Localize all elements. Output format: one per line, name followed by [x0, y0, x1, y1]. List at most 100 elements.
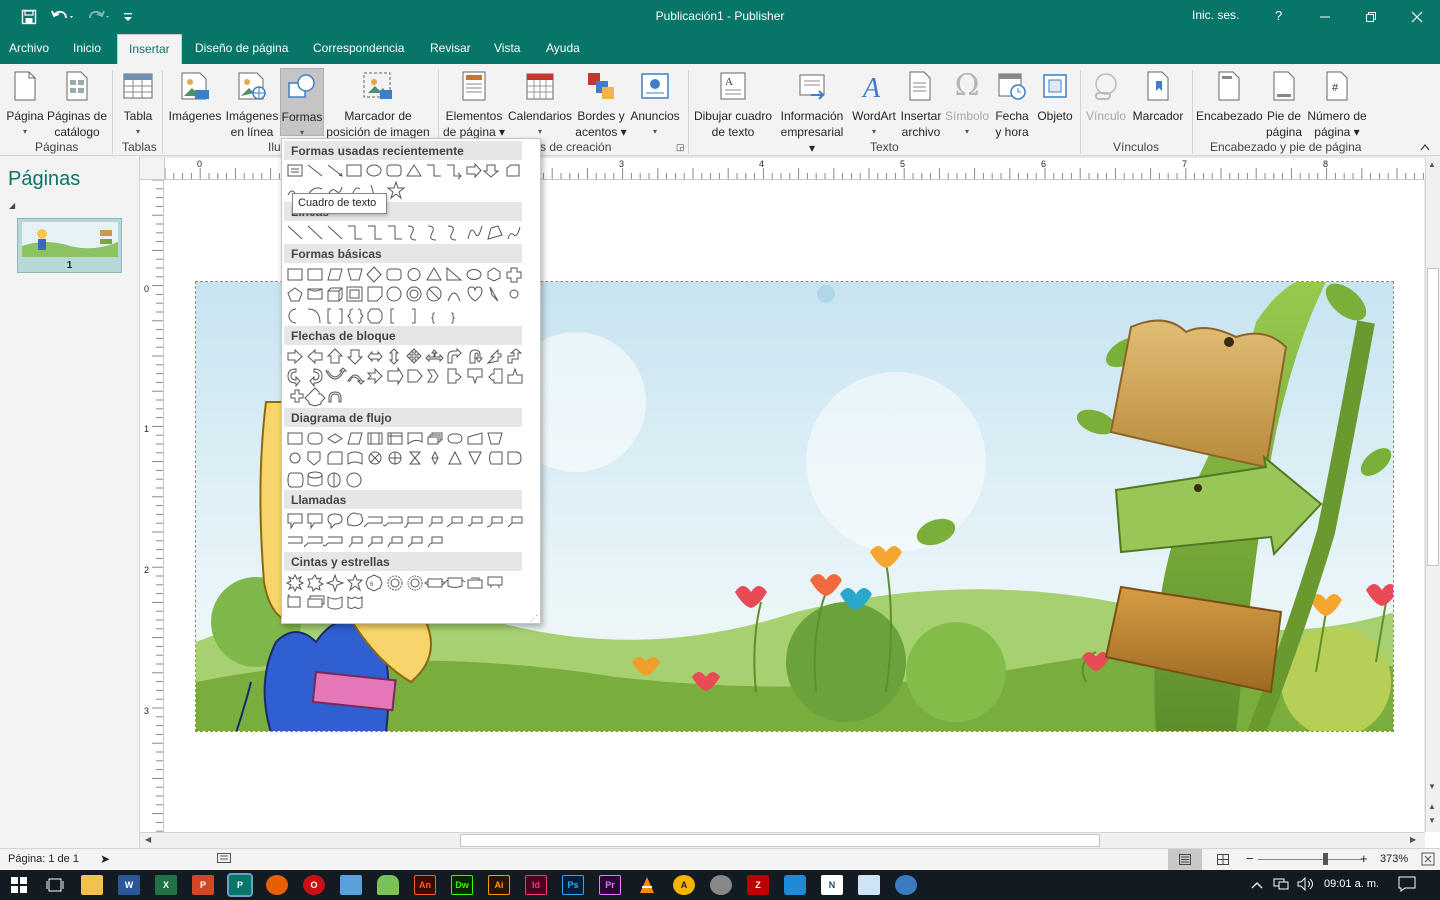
- powerpoint-icon[interactable]: P: [192, 875, 214, 895]
- tab-revisar[interactable]: Revisar: [430, 41, 471, 55]
- title-bar: Publicación1 - Publisher Inic. ses. ?: [0, 0, 1440, 34]
- volume-icon[interactable]: [1297, 876, 1315, 894]
- basic-shape-icons[interactable]: {}: [286, 265, 526, 327]
- tab-archivo[interactable]: Archivo: [9, 41, 49, 55]
- insertar-archivo-button[interactable]: Insertar archivo: [898, 68, 944, 140]
- encabezado-button[interactable]: Encabezado: [1196, 68, 1263, 124]
- help-button[interactable]: ?: [1275, 8, 1282, 23]
- vertical-ruler[interactable]: 0 1 2 3: [140, 180, 164, 832]
- close-icon[interactable]: [1406, 6, 1428, 28]
- fit-page-icon[interactable]: [1421, 852, 1435, 869]
- marcador-imagen-button[interactable]: Marcador de posición de imagen: [324, 68, 432, 140]
- paint-icon[interactable]: [895, 875, 917, 895]
- box-app-icon[interactable]: [340, 875, 362, 895]
- animate-icon[interactable]: An: [414, 875, 436, 895]
- horizontal-scrollbar[interactable]: ◀ ▶: [140, 832, 1425, 848]
- publisher-icon[interactable]: P: [227, 873, 253, 897]
- paginas-catalogo-button[interactable]: Páginas de catálogo: [46, 68, 108, 140]
- android-icon[interactable]: [377, 875, 399, 895]
- scroll-down-icon[interactable]: ▼: [1428, 782, 1436, 791]
- indesign-icon[interactable]: Id: [525, 875, 547, 895]
- tab-correspondencia[interactable]: Correspondencia: [313, 41, 404, 55]
- fecha-hora-button[interactable]: Fecha y hora: [992, 68, 1032, 140]
- next-page-icon[interactable]: ▼: [1428, 816, 1436, 825]
- callout-icons[interactable]: [286, 511, 526, 553]
- advertisements-icon: [639, 68, 671, 104]
- opera-icon[interactable]: O: [303, 875, 325, 895]
- tabla-button[interactable]: Tabla ▾: [118, 68, 158, 140]
- bordes-acentos-button[interactable]: Bordes y acentos ▾: [574, 68, 628, 140]
- cube-app-icon[interactable]: [784, 875, 806, 895]
- zoom-out-button[interactable]: −: [1246, 851, 1254, 866]
- page-thumbnail[interactable]: 1: [17, 218, 122, 273]
- vlc-icon[interactable]: [636, 875, 658, 895]
- block-arrow-icons[interactable]: [286, 347, 526, 409]
- scroll-right-icon[interactable]: ▶: [1410, 835, 1416, 844]
- zoom-slider-thumb[interactable]: [1323, 853, 1328, 865]
- excel-icon[interactable]: X: [155, 875, 177, 895]
- tab-inicio[interactable]: Inicio: [73, 41, 101, 55]
- collapse-ribbon-icon[interactable]: [1420, 140, 1430, 154]
- notifications-icon[interactable]: [1398, 876, 1416, 895]
- informacion-empresarial-button[interactable]: Información empresarial ▾: [776, 68, 848, 156]
- illustrator-icon[interactable]: Ai: [488, 875, 510, 895]
- task-view-icon[interactable]: [44, 875, 66, 895]
- system-clock[interactable]: 09:01 a. m.: [1324, 878, 1379, 890]
- tab-diseno-pagina[interactable]: Diseño de página: [195, 41, 288, 55]
- pagina-button[interactable]: Página ▾: [4, 68, 46, 140]
- sign-in-link[interactable]: Inic. ses.: [1192, 8, 1239, 22]
- previous-page-icon[interactable]: ▲: [1428, 802, 1436, 811]
- two-page-view-icon[interactable]: [1217, 854, 1229, 868]
- marcador-button[interactable]: Marcador: [1130, 68, 1186, 124]
- word-icon[interactable]: W: [118, 875, 140, 895]
- simbolo-button[interactable]: Ω Símbolo ▾: [944, 68, 990, 140]
- vertical-scroll-thumb[interactable]: [1427, 268, 1439, 566]
- collapse-pages-icon[interactable]: ◢: [9, 201, 15, 210]
- calendarios-button[interactable]: Calendarios ▾: [508, 68, 572, 140]
- file-explorer-icon[interactable]: [81, 875, 103, 895]
- dreamweaver-icon[interactable]: Dw: [451, 875, 473, 895]
- notepad-app-icon[interactable]: N: [821, 875, 843, 895]
- imagenes-button[interactable]: Imágenes: [168, 68, 222, 124]
- formas-button[interactable]: Formas ▾: [280, 68, 324, 137]
- anuncios-button[interactable]: Anuncios ▾: [628, 68, 682, 140]
- page-indicator[interactable]: Página: 1 de 1: [8, 853, 79, 865]
- photoshop-icon[interactable]: Ps: [562, 875, 584, 895]
- firefox-icon[interactable]: [266, 875, 288, 895]
- tray-chevron-icon[interactable]: [1251, 878, 1263, 892]
- wordart-button[interactable]: A WordArt ▾: [848, 68, 900, 140]
- horizontal-scroll-thumb[interactable]: [460, 834, 1100, 847]
- tab-ayuda[interactable]: Ayuda: [546, 41, 580, 55]
- object-size-icon[interactable]: [217, 853, 231, 866]
- objeto-button[interactable]: Objeto: [1034, 68, 1076, 124]
- filezilla-icon[interactable]: Z: [747, 875, 769, 895]
- notebook-icon[interactable]: [858, 875, 880, 895]
- network-icon[interactable]: [1273, 877, 1289, 894]
- imagenes-linea-button[interactable]: Imágenes en línea: [224, 68, 280, 140]
- vertical-scrollbar[interactable]: ▲ ▼ ▲ ▼: [1425, 156, 1440, 832]
- elementos-pagina-button[interactable]: Elementos de página ▾: [442, 68, 506, 140]
- dibujar-cuadro-texto-button[interactable]: A Dibujar cuadro de texto: [690, 68, 776, 140]
- pie-pagina-button[interactable]: Pie de página: [1262, 68, 1306, 140]
- app-icon[interactable]: A: [673, 875, 695, 895]
- windows-start-icon[interactable]: [8, 875, 30, 895]
- zoom-slider-track[interactable]: [1258, 859, 1362, 860]
- resize-grip-icon[interactable]: ⋰: [530, 614, 538, 623]
- restore-icon[interactable]: [1360, 6, 1382, 28]
- flowchart-icons[interactable]: [286, 429, 526, 491]
- scroll-left-icon[interactable]: ◀: [145, 835, 151, 844]
- tab-vista[interactable]: Vista: [494, 41, 520, 55]
- minimize-icon[interactable]: [1314, 6, 1336, 28]
- group-label-encabezado-pie: Encabezado y pie de página: [1210, 140, 1362, 154]
- tab-insertar[interactable]: Insertar: [117, 34, 182, 65]
- vinculo-button[interactable]: Vínculo: [1084, 68, 1128, 124]
- ribbon-star-icons[interactable]: 6: [285, 573, 526, 615]
- line-shape-icons[interactable]: [286, 223, 526, 243]
- premiere-icon[interactable]: Pr: [599, 875, 621, 895]
- github-icon[interactable]: [710, 875, 732, 895]
- numero-pagina-button[interactable]: # Número de página ▾: [1304, 68, 1370, 140]
- scroll-up-icon[interactable]: ▲: [1428, 160, 1436, 169]
- zoom-in-button[interactable]: +: [1360, 851, 1368, 866]
- zoom-level[interactable]: 373%: [1380, 853, 1408, 865]
- dialog-launcher-icon[interactable]: ◲: [676, 142, 685, 153]
